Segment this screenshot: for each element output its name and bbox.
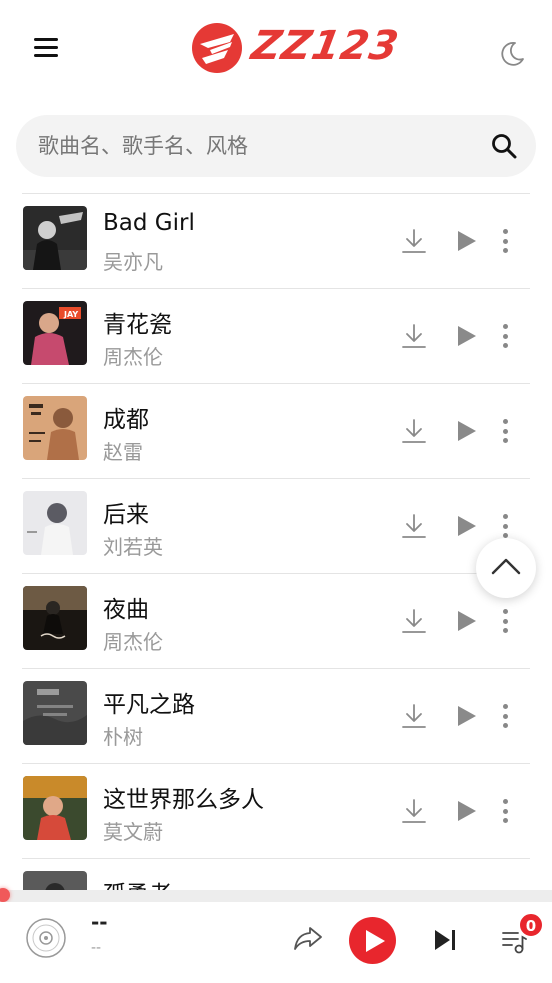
download-icon[interactable] <box>400 797 428 825</box>
more-options-icon[interactable] <box>498 417 512 445</box>
queue-count-badge: 0 <box>518 912 544 938</box>
song-title: 平凡之路 <box>103 692 195 718</box>
song-artist: 周杰伦 <box>103 630 163 654</box>
song-title: 这世界那么多人 <box>103 787 264 813</box>
song-artist: 周杰伦 <box>103 345 163 369</box>
play-icon[interactable] <box>454 704 478 728</box>
song-list: Bad Girl 吴亦凡 JAY 青花瓷 周杰伦 成都 赵雷 后来 刘若英 夜曲… <box>0 194 552 894</box>
play-icon[interactable] <box>454 229 478 253</box>
main-play-button[interactable] <box>349 917 396 964</box>
player-bar: -- -- 0 <box>0 902 552 983</box>
music-app-page: ZZ123 歌曲名、歌手名、风格 Bad Girl 吴亦凡 JAY 青花瓷 周杰… <box>0 0 552 983</box>
album-cover <box>23 681 87 745</box>
play-icon[interactable] <box>454 799 478 823</box>
album-cover <box>23 206 87 270</box>
download-icon[interactable] <box>400 512 428 540</box>
song-artist: 莫文蔚 <box>103 820 163 844</box>
play-icon[interactable] <box>454 419 478 443</box>
song-row[interactable]: 这世界那么多人 莫文蔚 <box>22 764 530 859</box>
search-icon[interactable] <box>490 132 518 160</box>
song-row[interactable]: 夜曲 周杰伦 <box>22 574 530 669</box>
back-to-top-button[interactable] <box>476 538 536 598</box>
more-options-icon[interactable] <box>498 512 512 540</box>
song-row[interactable]: JAY 青花瓷 周杰伦 <box>22 289 530 384</box>
song-title: Bad Girl <box>103 210 195 236</box>
logo[interactable]: ZZ123 <box>190 20 403 78</box>
song-row[interactable]: 平凡之路 朴树 <box>22 669 530 764</box>
play-icon <box>366 930 385 952</box>
play-icon[interactable] <box>454 324 478 348</box>
album-cover <box>23 586 87 650</box>
logo-text: ZZ123 <box>247 23 403 69</box>
play-icon[interactable] <box>454 514 478 538</box>
svg-text:JAY: JAY <box>63 310 78 319</box>
search-input[interactable] <box>38 115 478 177</box>
play-icon[interactable] <box>454 609 478 633</box>
song-artist: 吴亦凡 <box>103 250 163 274</box>
song-row[interactable]: 后来 刘若英 <box>22 479 530 574</box>
download-icon[interactable] <box>400 417 428 445</box>
song-title: 青花瓷 <box>103 312 172 338</box>
download-icon[interactable] <box>400 607 428 635</box>
song-title: 夜曲 <box>103 597 149 623</box>
download-icon[interactable] <box>400 702 428 730</box>
share-icon[interactable] <box>292 922 324 954</box>
moon-icon[interactable] <box>498 40 526 68</box>
hamburger-menu-icon[interactable] <box>34 38 64 62</box>
more-options-icon[interactable] <box>498 797 512 825</box>
player-song-artist: -- <box>91 940 102 956</box>
player-progress-bar[interactable] <box>0 890 552 902</box>
more-options-icon[interactable] <box>498 227 512 255</box>
song-row[interactable]: 孤勇者 <box>22 859 530 894</box>
next-track-icon[interactable] <box>432 927 458 953</box>
album-cover <box>23 491 87 555</box>
chevron-up-icon <box>491 558 521 575</box>
song-title: 后来 <box>103 502 149 528</box>
song-artist: 赵雷 <box>103 440 143 464</box>
logo-mark-icon <box>192 23 242 73</box>
more-options-icon[interactable] <box>498 607 512 635</box>
download-icon[interactable] <box>400 227 428 255</box>
more-options-icon[interactable] <box>498 702 512 730</box>
album-cover <box>23 776 87 840</box>
song-artist: 朴树 <box>103 725 143 749</box>
player-song-title: -- <box>91 910 108 934</box>
download-icon[interactable] <box>400 322 428 350</box>
song-title: 成都 <box>103 407 149 433</box>
app-header: ZZ123 <box>0 0 552 100</box>
song-row[interactable]: 成都 赵雷 <box>22 384 530 479</box>
search-bar <box>16 115 536 177</box>
more-options-icon[interactable] <box>498 322 512 350</box>
album-cover <box>23 396 87 460</box>
song-artist: 刘若英 <box>103 535 163 559</box>
disc-icon[interactable] <box>25 917 67 959</box>
song-row[interactable]: Bad Girl 吴亦凡 <box>22 194 530 289</box>
album-cover: JAY <box>23 301 87 365</box>
